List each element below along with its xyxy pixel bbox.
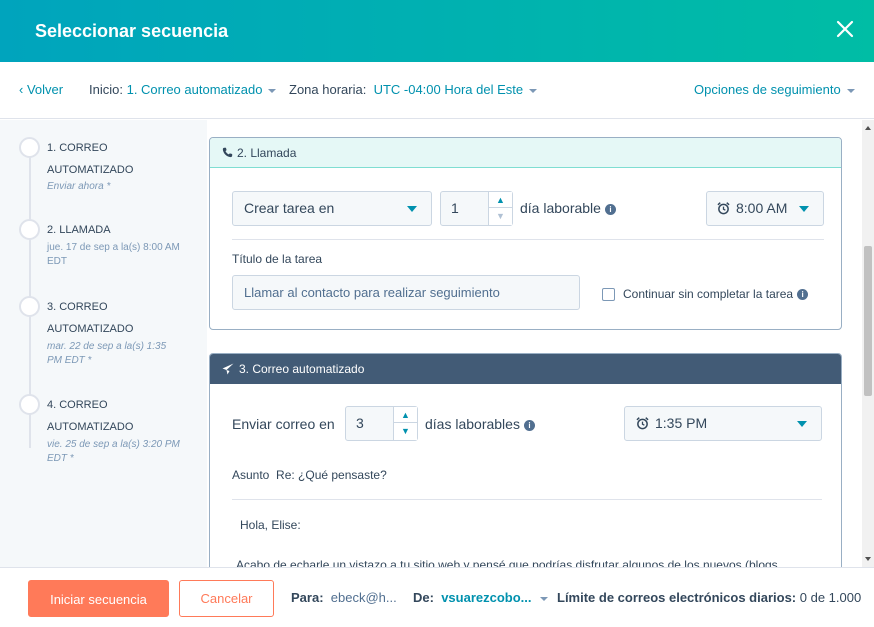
call-step-card: 2. Llamada Crear tarea en 1 ▲ ▼ día labo…	[209, 137, 842, 330]
follow-up-options[interactable]: Opciones de seguimiento	[694, 82, 855, 97]
timezone-selector[interactable]: Zona horaria: UTC -04:00 Hora del Este	[289, 82, 538, 97]
email-time-value: 1:35 PM	[655, 415, 708, 431]
sender-selector[interactable]: De: vsuarezcobo...	[413, 590, 548, 605]
limit-label: Límite de correos electrónicos diarios:	[557, 590, 797, 605]
info-icon[interactable]: i	[523, 420, 535, 431]
step-editor: 2. Llamada Crear tarea en 1 ▲ ▼ día labo…	[207, 120, 862, 567]
call-card-header: 2. Llamada	[210, 138, 841, 168]
dropdown-arrow-icon	[799, 206, 809, 212]
start-value[interactable]: 1. Correo automatizado	[127, 82, 263, 97]
continue-without-task-checkbox[interactable]	[602, 288, 615, 301]
email-step-card: 3. Correo automatizado Enviar correo en …	[209, 353, 842, 567]
to-label: Para:	[291, 590, 324, 605]
task-action-select[interactable]: Crear tarea en	[232, 191, 432, 226]
step-name: 1. CORREO AUTOMATIZADO	[47, 142, 134, 176]
email-card-title: 3. Correo automatizado	[239, 362, 365, 376]
scrollbar-thumb[interactable]	[864, 246, 872, 396]
step-schedule: vie. 25 de sep a la(s) 3:20 PM EDT *	[47, 439, 180, 464]
call-time-select[interactable]: 8:00 AM	[706, 191, 824, 226]
timezone-label: Zona horaria:	[289, 82, 367, 97]
task-action-value: Crear tarea en	[244, 200, 335, 216]
dropdown-arrow-icon	[407, 206, 417, 212]
limit-value: 0 de 1.000	[799, 590, 862, 605]
step-name: 2. LLAMADA	[47, 224, 111, 236]
dropdown-arrow-icon	[797, 421, 807, 427]
from-label: De:	[413, 590, 434, 605]
card-divider	[232, 499, 822, 500]
step-name: 3. CORREO AUTOMATIZADO	[47, 301, 134, 335]
follow-up-options-label[interactable]: Opciones de seguimiento	[694, 82, 841, 97]
caret-down-icon	[539, 596, 548, 601]
phone-icon	[222, 147, 233, 158]
caret-down-icon	[846, 88, 855, 93]
email-body-text[interactable]: Acabo de echarle un vistazo a tu sitio w…	[236, 558, 778, 567]
step-schedule: mar. 22 de sep a la(s) 1:35 PM EDT *	[47, 341, 167, 366]
scroll-down-arrow-icon[interactable]	[865, 557, 871, 561]
daily-limit: Límite de correos electrónicos diarios: …	[557, 590, 861, 605]
from-value[interactable]: vsuarezcobo...	[441, 590, 531, 605]
chevron-up-icon[interactable]: ▲	[489, 192, 512, 208]
task-title-label: Título de la tarea	[232, 252, 323, 266]
step-schedule: jue. 17 de sep a la(s) 8:00 AM EDT	[47, 242, 180, 267]
subject-row[interactable]: Asunto Re: ¿Qué pensaste?	[232, 468, 387, 482]
paper-plane-icon	[222, 363, 234, 375]
info-icon[interactable]: i	[797, 289, 809, 300]
modal-footer: Iniciar secuencia Cancelar Para: ebeck@h…	[0, 567, 874, 627]
close-icon[interactable]	[834, 18, 856, 40]
email-time-select[interactable]: 1:35 PM	[624, 406, 822, 441]
call-delay-unit: día laborable i	[520, 200, 616, 216]
chevron-down-icon[interactable]: ▼	[394, 423, 417, 439]
continue-without-task-label: Continuar sin completar la tarea i	[623, 287, 809, 301]
step-dot	[19, 137, 40, 158]
alarm-clock-icon	[636, 417, 649, 430]
step-name: 4. CORREO AUTOMATIZADO	[47, 399, 134, 433]
email-delay-value[interactable]: 3	[356, 415, 364, 431]
info-icon[interactable]: i	[604, 204, 616, 215]
email-body-greeting[interactable]: Hola, Elise:	[240, 518, 301, 532]
back-link[interactable]: ‹ Volver	[19, 82, 63, 97]
chevron-down-icon[interactable]: ▼	[489, 208, 512, 224]
stepper-controls: ▲ ▼	[488, 192, 512, 225]
chevron-up-icon[interactable]: ▲	[394, 407, 417, 423]
caret-down-icon	[529, 88, 538, 93]
call-delay-value[interactable]: 1	[451, 200, 459, 216]
modal-header: Seleccionar secuencia	[0, 0, 874, 62]
step-schedule: Enviar ahora *	[47, 181, 111, 192]
recipient-field[interactable]: Para: ebeck@h...	[291, 590, 397, 605]
email-delay-stepper[interactable]: 3 ▲ ▼	[345, 406, 418, 441]
sequence-toolbar: ‹ Volver Inicio: 1. Correo automatizado …	[0, 62, 874, 119]
step-dot	[19, 219, 40, 240]
call-card-title: 2. Llamada	[237, 146, 297, 160]
sequence-timeline: 1. CORREO AUTOMATIZADO Enviar ahora * 2. …	[0, 120, 207, 567]
caret-down-icon	[268, 88, 277, 93]
step-dot	[19, 296, 40, 317]
email-card-header: 3. Correo automatizado	[210, 354, 841, 384]
timezone-value[interactable]: UTC -04:00 Hora del Este	[374, 82, 524, 97]
to-value[interactable]: ebeck@h...	[331, 590, 397, 605]
stepper-controls: ▲ ▼	[393, 407, 417, 440]
call-delay-stepper[interactable]: 1 ▲ ▼	[440, 191, 513, 226]
start-selector[interactable]: Inicio: 1. Correo automatizado	[89, 82, 277, 97]
scroll-up-arrow-icon[interactable]	[865, 126, 871, 130]
start-sequence-button[interactable]: Iniciar secuencia	[28, 580, 169, 617]
start-label: Inicio:	[89, 82, 123, 97]
alarm-clock-icon	[717, 202, 730, 215]
task-title-input[interactable]: Llamar al contacto para realizar seguimi…	[232, 275, 580, 310]
content-scrollbar[interactable]	[862, 120, 874, 567]
email-delay-unit: días laborables i	[425, 416, 535, 432]
subject-label: Asunto	[232, 468, 270, 482]
card-divider	[232, 239, 824, 240]
modal-title: Seleccionar secuencia	[35, 21, 229, 41]
step-dot	[19, 394, 40, 415]
cancel-button[interactable]: Cancelar	[179, 580, 274, 617]
call-time-value: 8:00 AM	[736, 200, 788, 216]
subject-value[interactable]: Re: ¿Qué pensaste?	[276, 468, 387, 482]
send-email-label: Enviar correo en	[232, 416, 335, 432]
